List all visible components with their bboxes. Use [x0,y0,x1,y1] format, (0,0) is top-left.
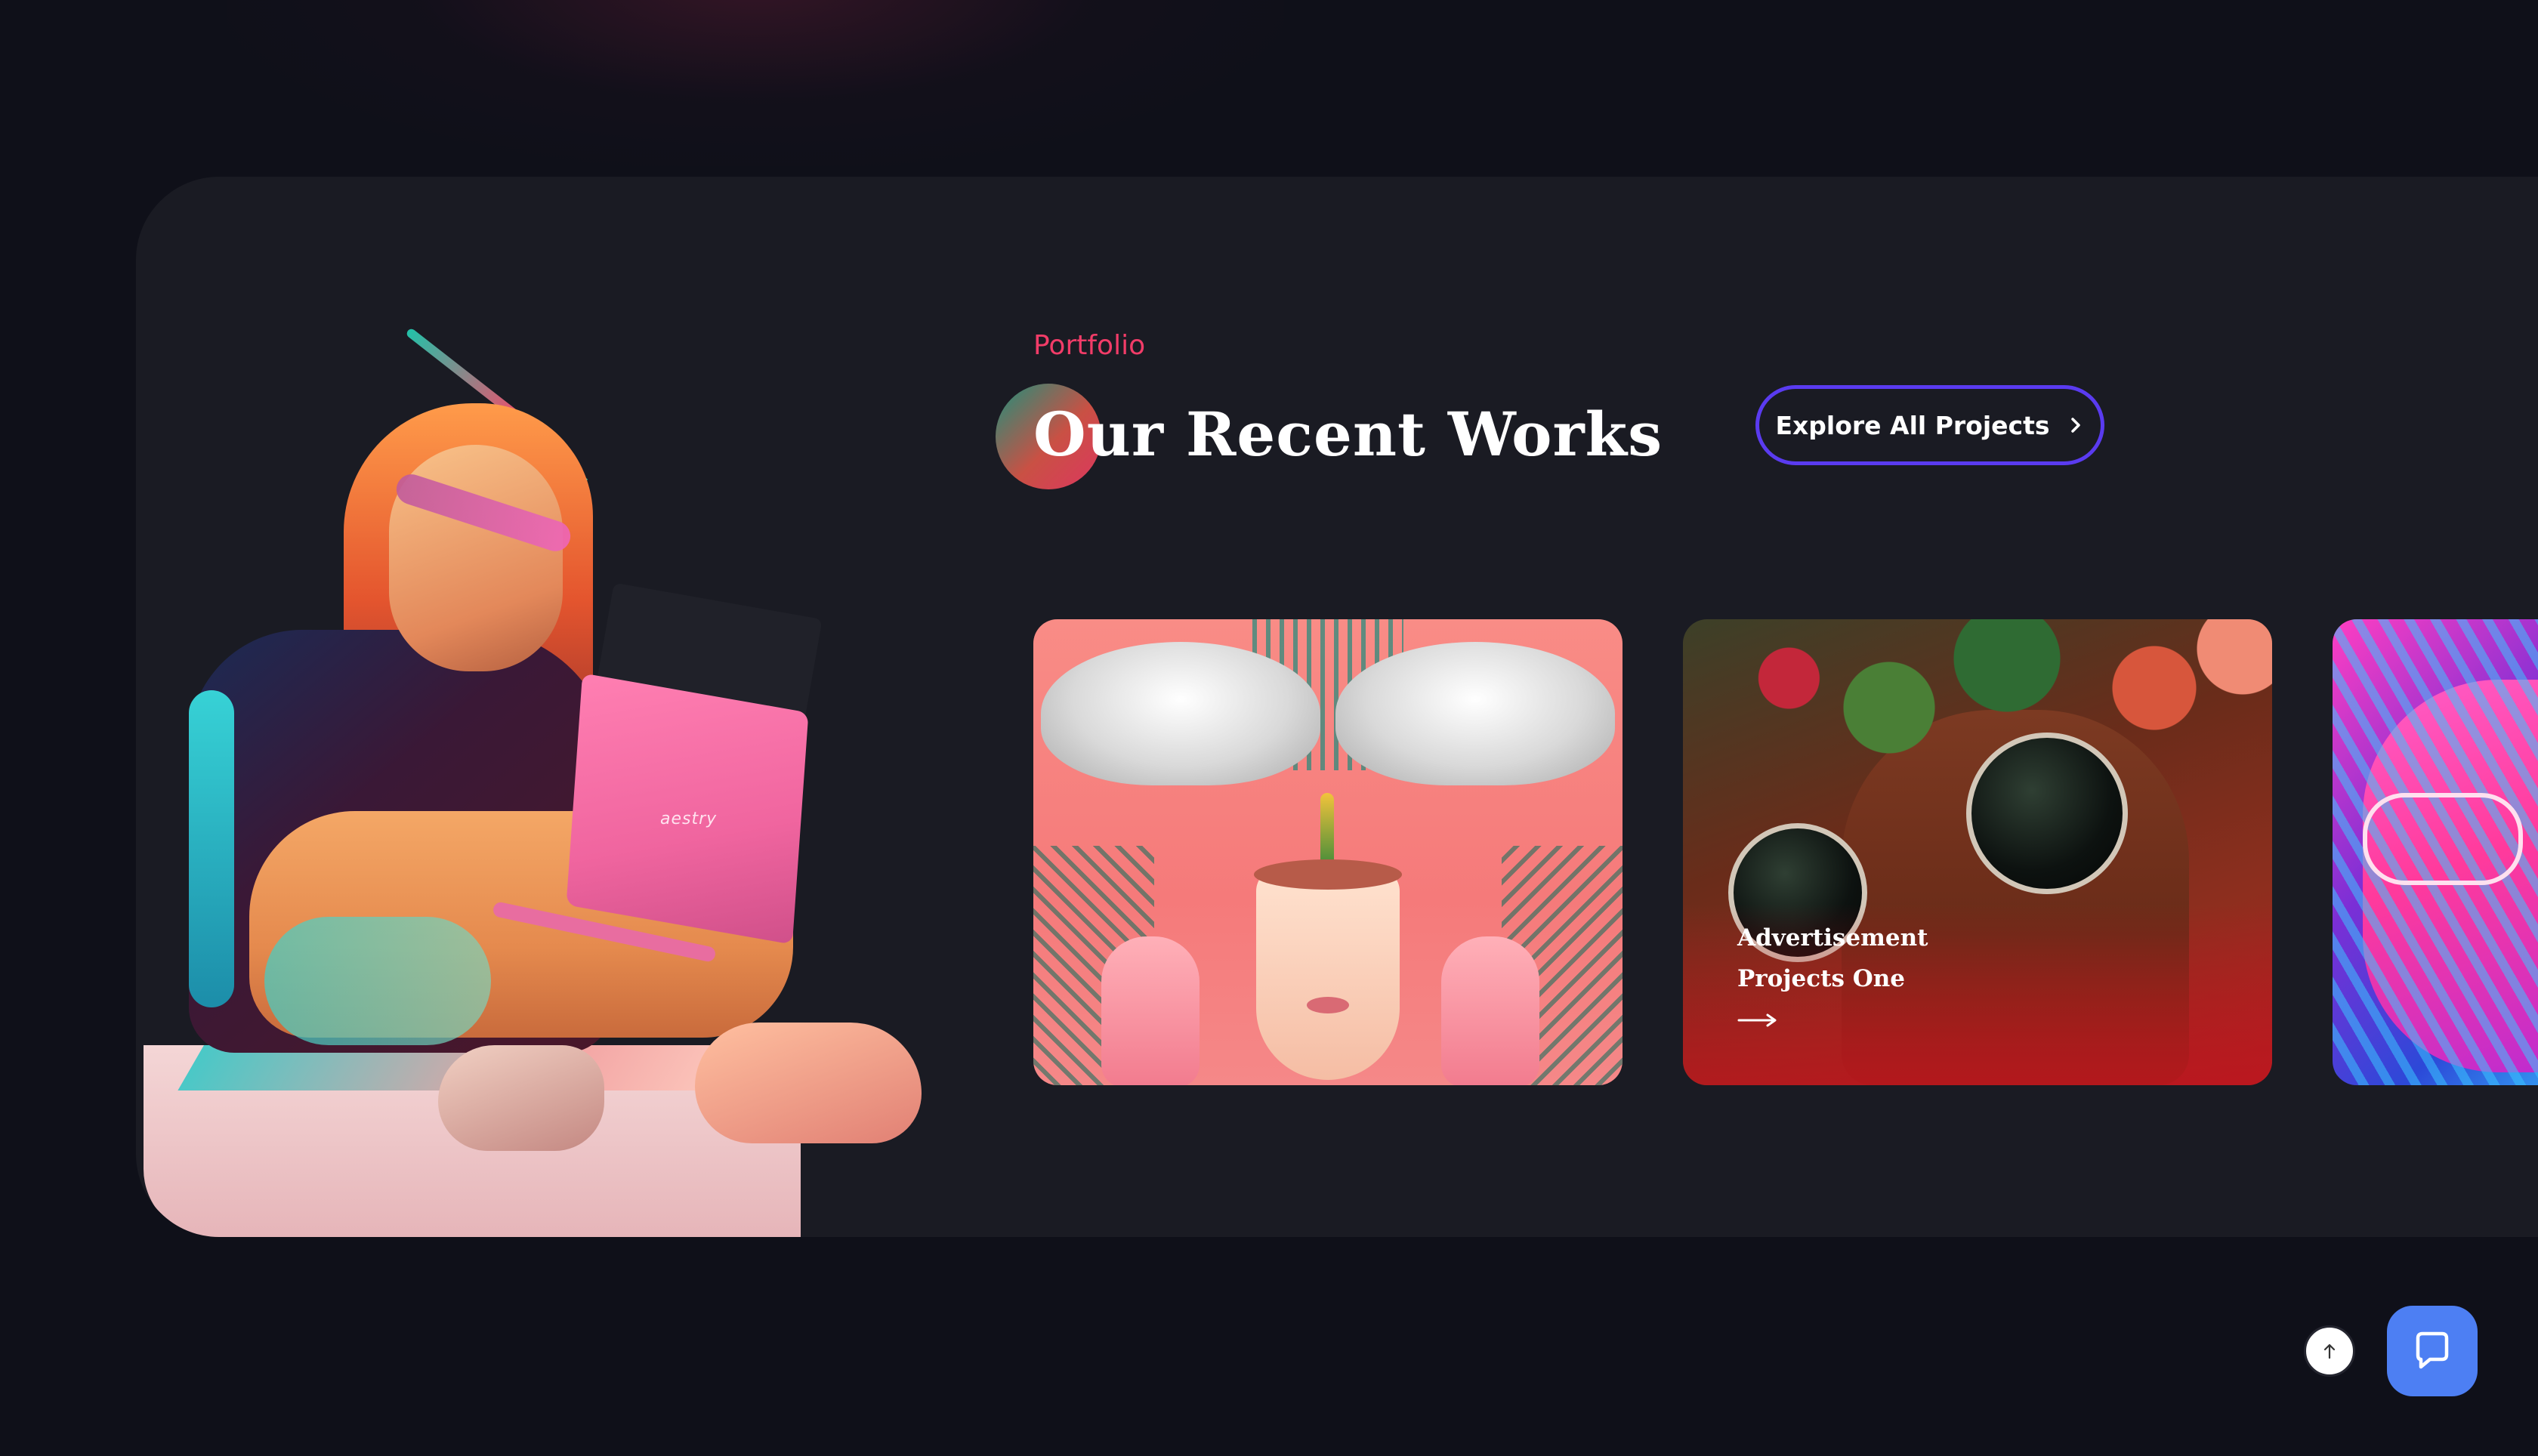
portfolio-card[interactable] [2333,619,2538,1085]
section-title: Our Recent Works [1033,399,1663,470]
background-glow [227,0,1284,166]
explore-all-projects-button[interactable]: Explore All Projects [1755,385,2104,465]
person-leg-highlight [264,917,491,1045]
swan-right-art [1335,642,1615,785]
card-title[interactable]: Advertisement Projects One [1737,918,1949,999]
explore-button-label: Explore All Projects [1775,410,2050,440]
lips-art [1307,997,1349,1013]
hero-illustration: aestry [136,177,1005,1237]
sunglasses-lens-right-art [1966,733,2128,894]
scroll-to-top-button[interactable] [2304,1325,2355,1377]
chat-button[interactable] [2387,1306,2478,1396]
swan-left-art [1041,642,1320,785]
flamingo-right-art [1441,936,1539,1085]
person-shoe-left [438,1045,604,1151]
flamingo-left-art [1101,936,1200,1085]
face-bowl-art [1256,868,1400,1080]
portfolio-card[interactable]: Advertisement Projects One [1683,619,2272,1085]
laptop-logo: aestry [660,810,718,828]
laptop [566,673,809,945]
portfolio-card[interactable] [1033,619,1623,1085]
chat-bubble-icon [2416,1331,2449,1369]
arrow-up-icon [2323,1343,2336,1359]
plant-art [1320,793,1334,868]
chevron-right-icon [2070,418,2080,433]
illustrated-glasses-art [2363,793,2523,885]
person-arm [189,690,234,1007]
person-shoe-right [695,1023,922,1143]
arrow-right-icon[interactable] [1737,1012,1778,1029]
face-bowl-rim-art [1254,859,1402,890]
section-eyebrow: Portfolio [1033,330,1146,361]
